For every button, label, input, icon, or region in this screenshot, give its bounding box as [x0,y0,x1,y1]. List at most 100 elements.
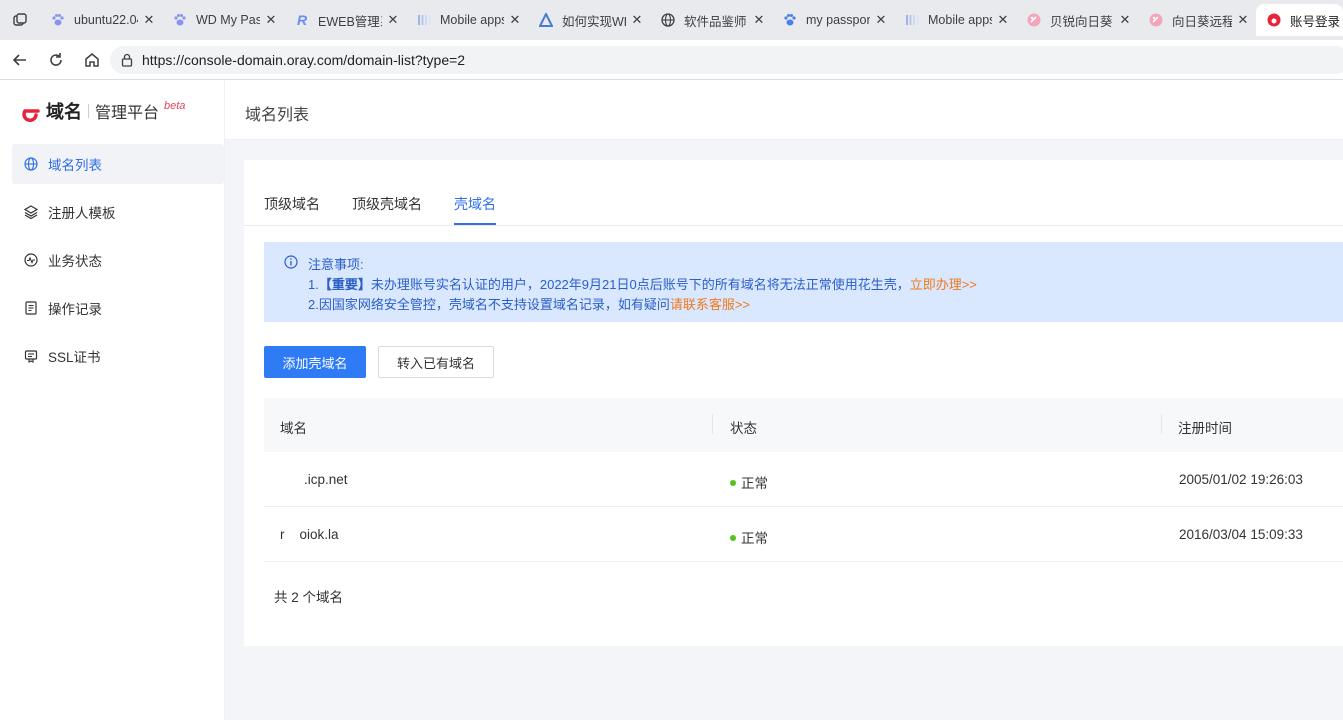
close-icon[interactable]: ✕ [142,12,156,28]
tab-top-level-shell-domain[interactable]: 顶级壳域名 [352,194,422,214]
tab-title: WD My Pass [196,13,260,27]
status-dot-icon [730,480,736,486]
transfer-domain-button[interactable]: 转入已有域名 [378,346,494,378]
notice-title: 注意事项: [308,257,364,272]
logo-platform: 管理平台 [95,105,160,122]
domain-name[interactable]: r oiok.la [280,527,339,542]
domain-name[interactable]: .icp.net [304,472,348,487]
sidebar-item-ssl-certificate[interactable]: SSL证书 [12,336,224,376]
sidebar-item-label: SSL证书 [48,350,101,365]
notice-important: 【重要】 [318,277,371,292]
home-icon [85,53,99,67]
registration-time: 2016/03/04 15:09:33 [1179,527,1303,542]
tab-title: 贝锐向日葵 [1050,14,1113,29]
lock-icon [121,53,133,67]
back-button[interactable] [8,48,32,72]
active-tab-indicator [454,223,496,225]
tab-title: 如何实现WD [562,14,626,29]
activity-icon [24,253,38,267]
tab-actions-button[interactable] [6,8,34,32]
reload-button[interactable] [44,48,68,72]
bars-icon [904,12,920,28]
column-divider [712,414,713,434]
browser-tab-strip: ubuntu22.04 ✕ WD My Pass ✕ R EWEB管理系 ✕ M… [0,0,1343,40]
page-header: 域名列表 [225,80,1343,140]
browser-tab[interactable]: Mobile apps ✕ [406,4,528,36]
sidebar-item-domain-list[interactable]: 域名列表 [12,144,224,184]
tab-title: ubuntu22.04 [74,13,138,27]
contact-support-link[interactable]: 请联系客服>> [670,297,750,312]
paw-icon [782,12,798,28]
browser-tab-active[interactable]: 账号登录 [1256,4,1343,36]
domain-type-tabs: 顶级域名 顶级壳域名 壳域名 [244,180,1343,226]
browser-tab[interactable]: R EWEB管理系 ✕ [284,4,406,36]
sidebar: 域名 管理平台 beta 域名列表 注册人模板 业务状态 操作记录 SSL证书 [0,80,225,720]
close-icon[interactable]: ✕ [996,12,1010,28]
status-text: 正常 [741,476,768,491]
globe-icon [660,12,676,28]
close-icon[interactable]: ✕ [1236,12,1250,28]
column-header-status: 状态 [730,421,757,436]
sidebar-item-operation-log[interactable]: 操作记录 [12,288,224,328]
close-icon[interactable]: ✕ [508,12,522,28]
add-shell-domain-button[interactable]: 添加壳域名 [264,346,366,378]
sidebar-item-business-status[interactable]: 业务状态 [12,240,224,280]
close-icon[interactable]: ✕ [264,12,278,28]
browser-tab[interactable]: 软件品鉴师 ✕ [650,4,772,36]
paw-icon [50,12,66,28]
tab-title: Mobile apps [440,13,504,27]
notice-line-2: 2.因国家网络安全管控，壳域名不支持设置域名记录，如有疑问请联系客服>> [308,294,750,313]
notice-banner: 注意事项: 1.【重要】未办理账号实名认证的用户，2022年9月21日0点后账号… [264,242,1343,322]
tab-title: 向日葵远程 [1172,14,1232,29]
tab-title: my passport [806,13,870,27]
sidebar-item-registrant-template[interactable]: 注册人模板 [12,192,224,232]
column-divider [1161,414,1162,434]
browser-tab[interactable]: ubuntu22.04 ✕ [40,4,162,36]
status-dot-icon [730,535,736,541]
back-arrow-icon [12,54,26,66]
sidebar-item-label: 操作记录 [48,302,102,317]
close-icon[interactable]: ✕ [630,12,644,28]
browser-tab[interactable]: my passport ✕ [772,4,894,36]
app-logo[interactable]: 域名 管理平台 beta [20,98,185,124]
paw-icon [172,12,188,28]
certificate-icon [24,349,38,363]
triangle-logo-icon [538,12,554,28]
tab-title: 软件品鉴师 [684,14,747,29]
browser-tab[interactable]: WD My Pass ✕ [162,4,284,36]
tab-shell-domain[interactable]: 壳域名 [454,194,496,214]
record-icon [24,301,38,315]
close-icon[interactable]: ✕ [874,12,888,28]
table-header: 域名 状态 注册时间 [264,398,1343,452]
sunlogin-icon [1148,12,1164,28]
close-icon[interactable]: ✕ [1118,12,1132,28]
browser-tab[interactable]: 向日葵远程 ✕ [1138,4,1256,36]
notice-line2-text: 2.因国家网络安全管控，壳域名不支持设置域名记录，如有疑问 [308,297,670,312]
layers-icon [24,205,38,219]
page-title: 域名列表 [245,107,310,124]
total-count: 共 2 个域名 [274,590,344,605]
notice-line1-prefix: 1. [308,277,319,292]
close-icon[interactable]: ✕ [386,12,400,28]
sidebar-item-label: 业务状态 [48,254,102,269]
address-bar[interactable]: https://console-domain.oray.com/domain-l… [110,46,1343,74]
table-row: .icp.net 正常 2005/01/02 19:26:03 [264,452,1343,507]
bars-icon [416,12,432,28]
tab-top-level-domain[interactable]: 顶级域名 [264,194,320,214]
logo-name: 域名 [46,102,82,122]
sunlogin-icon [1026,12,1042,28]
column-header-domain: 域名 [280,421,307,436]
registration-time: 2005/01/02 19:26:03 [1179,472,1303,487]
browser-tab[interactable]: Mobile apps ✕ [894,4,1016,36]
browser-toolbar: https://console-domain.oray.com/domain-l… [0,40,1343,80]
browser-tab[interactable]: 贝锐向日葵 ✕ [1016,4,1138,36]
tab-title: EWEB管理系 [318,14,382,29]
logo-divider [88,104,89,118]
browser-tab[interactable]: 如何实现WD ✕ [528,4,650,36]
close-icon[interactable]: ✕ [752,12,766,28]
table-row: r oiok.la 正常 2016/03/04 15:09:33 [264,507,1343,562]
column-header-registration-time: 注册时间 [1178,421,1232,436]
status-cell: 正常 [730,472,768,492]
home-button[interactable] [80,48,104,72]
verify-now-link[interactable]: 立即办理>> [910,277,977,292]
